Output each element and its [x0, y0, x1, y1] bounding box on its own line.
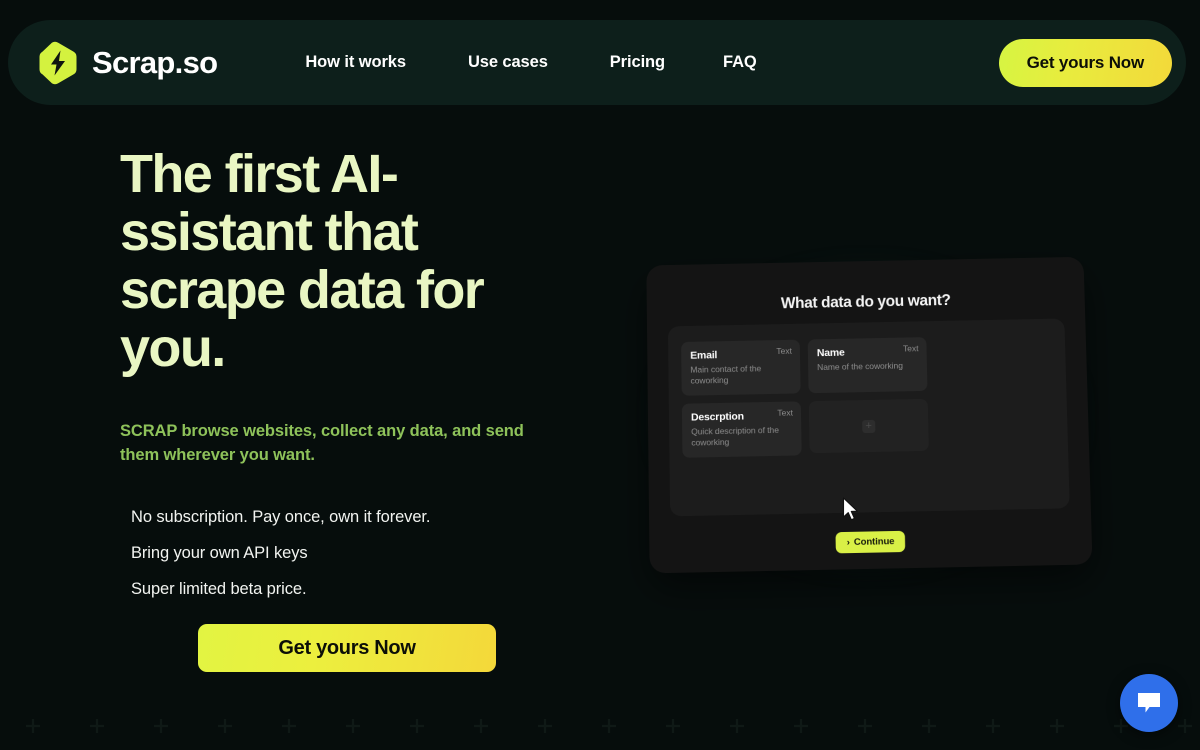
field-description: Quick description of the coworking: [691, 424, 779, 448]
nav-get-yours-now-button[interactable]: Get yours Now: [998, 38, 1172, 87]
product-preview: What data do you want? Text Email Main c…: [642, 252, 1093, 582]
field-card-description[interactable]: Text Descrption Quick description of the…: [681, 401, 802, 458]
hero-subtitle: SCRAP browse websites, collect any data,…: [120, 422, 524, 464]
list-item: No subscription. Pay once, own it foreve…: [131, 508, 431, 526]
page-title: The first AI-ssistant that scrape data f…: [120, 144, 485, 378]
chevron-right-icon: ›: [846, 536, 850, 549]
field-type-badge: Text: [902, 343, 919, 354]
hero-content: The first AI-ssistant that scrape data f…: [120, 145, 580, 672]
mockup-title: What data do you want?: [780, 292, 951, 313]
brand-logo[interactable]: Scrap.so: [38, 41, 218, 85]
plus-icon: +: [862, 419, 876, 433]
brand-name: Scrap.so: [92, 44, 218, 80]
mockup-fields-panel: Text Email Main contact of the coworking…: [667, 318, 1070, 517]
field-description: Name of the coworking: [817, 360, 903, 373]
lightning-bolt-hexagon-icon: [39, 41, 77, 84]
add-field-card[interactable]: +: [808, 398, 929, 454]
chat-widget-button[interactable]: [1120, 674, 1178, 732]
nav-link-pricing[interactable]: Pricing: [610, 43, 665, 82]
field-card-name[interactable]: Text Name Name of the coworking: [807, 337, 928, 394]
mockup-frame: What data do you want? Text Email Main c…: [646, 256, 1093, 574]
top-navigation-bar: Scrap.so How it works Use cases Pricing …: [8, 20, 1186, 105]
hero-get-yours-now-button[interactable]: Get yours Now: [198, 624, 496, 672]
nav-link-faq[interactable]: FAQ: [723, 43, 757, 82]
nav-link-use-cases[interactable]: Use cases: [468, 43, 548, 82]
mockup-continue-label: Continue: [853, 536, 895, 548]
chat-bubble-icon: [1138, 693, 1160, 713]
field-card-email[interactable]: Text Email Main contact of the coworking: [681, 339, 801, 396]
field-type-badge: Text: [777, 407, 794, 418]
field-description: Main contact of the coworking: [690, 363, 762, 386]
bottom-decorative-pattern: [0, 690, 1200, 750]
field-type-badge: Text: [776, 345, 793, 357]
benefits-list: No subscription. Pay once, own it foreve…: [120, 507, 580, 599]
mockup-continue-button[interactable]: › Continue: [835, 530, 906, 554]
nav-link-how-it-works[interactable]: How it works: [305, 43, 406, 82]
list-item: Super limited beta price.: [131, 580, 307, 598]
list-item: Bring your own API keys: [131, 544, 308, 562]
field-grid: Text Email Main contact of the coworking…: [681, 335, 1055, 458]
nav-links: How it works Use cases Pricing FAQ: [305, 43, 756, 82]
